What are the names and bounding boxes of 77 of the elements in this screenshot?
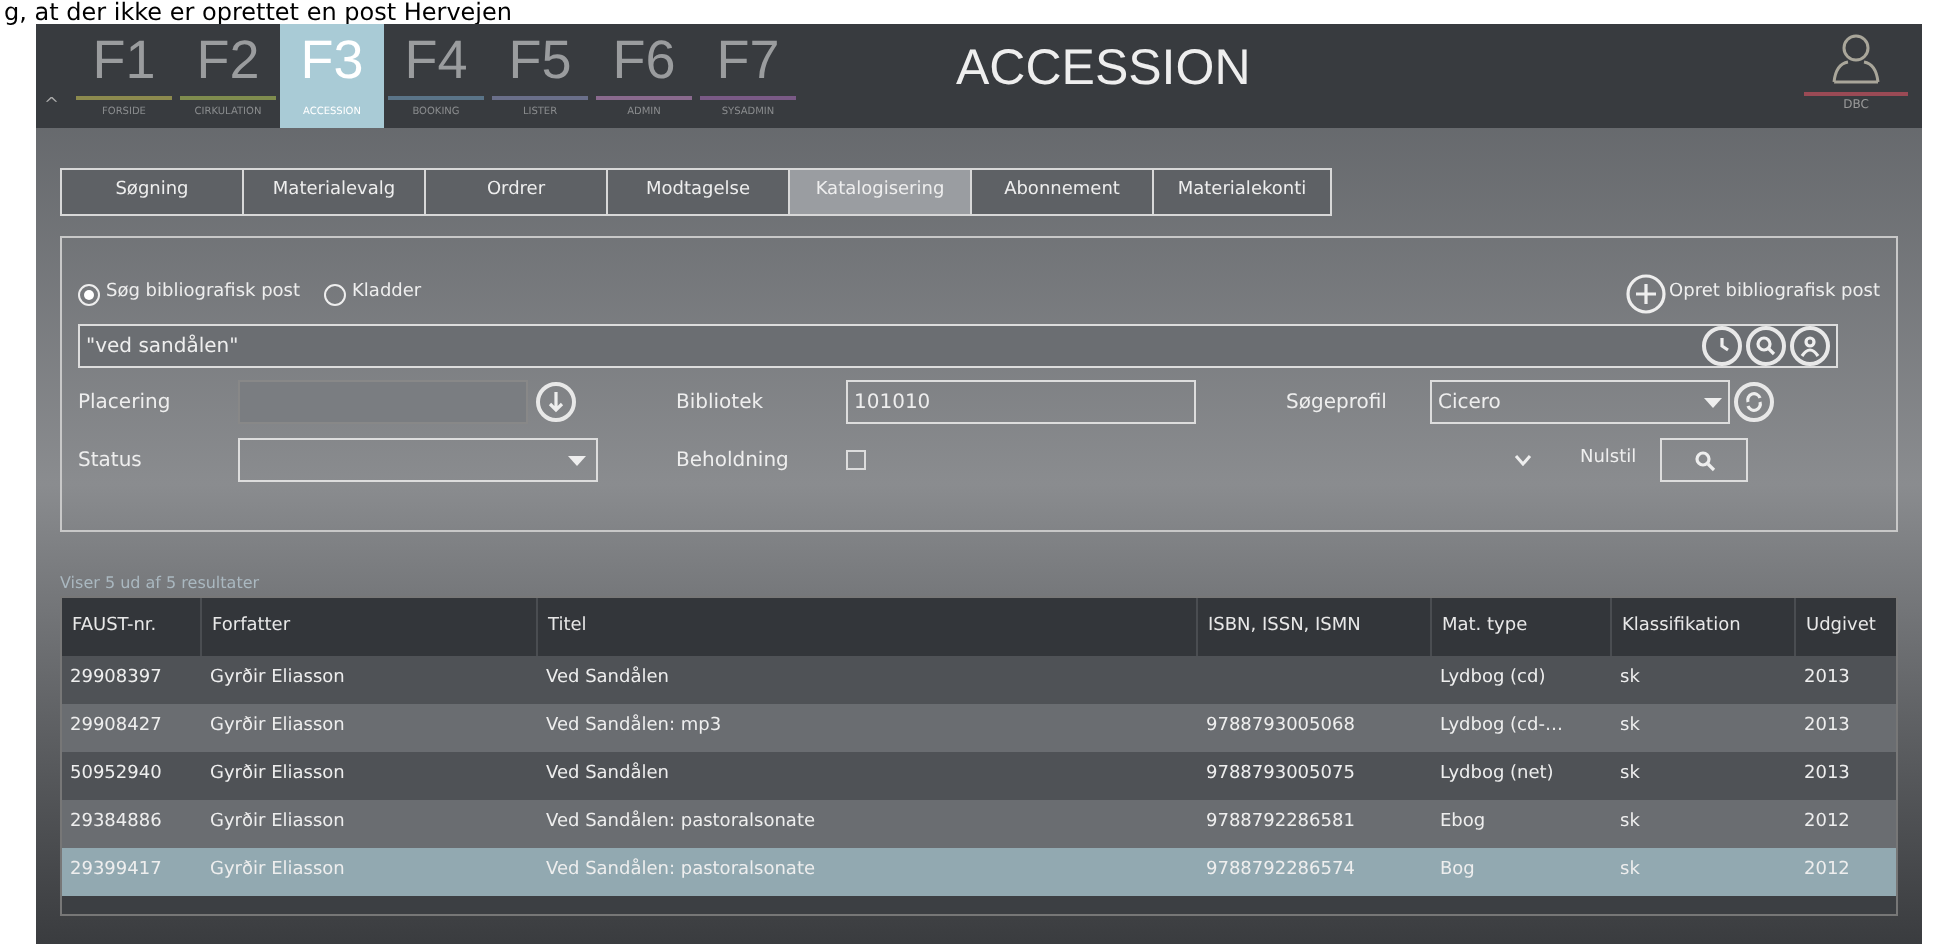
table-cell-text: Ebog (1438, 810, 1488, 837)
table-cell-text: Lydbog (cd-… (1438, 714, 1565, 741)
table-cell-text: 29399417 (68, 858, 164, 885)
table-row[interactable]: 29908427 Gyrðir Eliasson Ved Sandålen: mp3 9788793005068 Lydbog (cd-… sk 2013 (62, 704, 1896, 752)
search-button[interactable] (1660, 438, 1749, 482)
expand-icon[interactable] (1514, 454, 1532, 466)
table-cell-text: sk (1618, 714, 1642, 741)
page-title: ACCESSION (956, 40, 1251, 96)
table-cell-text: 9788792286581 (1204, 810, 1357, 837)
table-cell-text: 9788793005068 (1204, 714, 1357, 741)
table-cell-text: sk (1618, 762, 1642, 789)
plus-icon (1625, 274, 1666, 314)
table-cell-text: 9788792286574 (1204, 858, 1357, 885)
refresh-icon[interactable] (1734, 382, 1774, 422)
caret-icon (1704, 397, 1722, 407)
search-icon[interactable] (1746, 326, 1786, 366)
table-cell-text: Bog (1438, 858, 1477, 885)
table-cell-text: 29908427 (68, 714, 164, 741)
table-cell-text: Gyrðir Eliasson (208, 810, 347, 837)
table-cell-text: 2012 (1802, 810, 1852, 837)
caret-icon (568, 455, 586, 465)
table-cell-text: 29384886 (68, 810, 164, 837)
search-query: "ved sandålen" (86, 332, 239, 361)
table-cell-text: Lydbog (cd) (1438, 666, 1548, 693)
table-cell-text: 2013 (1802, 762, 1852, 789)
status-label: Status (78, 447, 144, 475)
radio-option[interactable]: Søg bibliografisk post (78, 280, 301, 308)
download-icon[interactable] (536, 382, 576, 422)
soegeprofil-dropdown[interactable]: Cicero (1430, 380, 1730, 424)
beholdning-checkbox[interactable] (846, 450, 866, 470)
table-cell-text: 2013 (1802, 666, 1852, 693)
tab[interactable]: Abonnement (972, 170, 1154, 214)
table-cell-text: 2013 (1802, 714, 1852, 741)
history-icon[interactable] (1702, 326, 1742, 366)
table-cell-text: sk (1618, 666, 1642, 693)
beholdning-label: Beholdning (676, 447, 791, 475)
table-row[interactable]: 29908397 Gyrðir Eliasson Ved Sandålen Lydbog (cd) sk 2013 (62, 656, 1896, 704)
caption-text: g, at der ikke er oprettet en post Hervejen (2, 0, 513, 24)
table-cell-text: Ved Sandålen: mp3 (544, 714, 724, 741)
table-cell-text: sk (1618, 858, 1642, 885)
table-cell-text: sk (1618, 810, 1642, 837)
tab[interactable]: Katalogisering (790, 170, 972, 214)
reset-link[interactable]: Nulstil (1580, 446, 1637, 474)
search-field[interactable]: "ved sandålen" (78, 324, 1838, 368)
tab[interactable]: Materialevalg (244, 170, 426, 214)
tab[interactable]: Materialekonti (1154, 170, 1330, 214)
table-cell-text: 29908397 (68, 666, 164, 693)
table-row[interactable]: 50952940 Gyrðir Eliasson Ved Sandålen 9788793005075 Lydbog (net) sk 2013 (62, 752, 1896, 800)
table-cell-text: Ved Sandålen (544, 666, 671, 693)
bibliotek-field[interactable]: 101010 (846, 380, 1196, 424)
person-icon[interactable] (1790, 326, 1830, 366)
user-icon[interactable] (1830, 32, 1882, 84)
tab[interactable]: Modtagelse (608, 170, 790, 214)
radio-option[interactable]: Kladder (324, 280, 422, 308)
table-cell-text: Ved Sandålen: pastoralsonate (544, 858, 818, 885)
table-cell-text: Gyrðir Eliasson (208, 666, 347, 693)
placering-label: Placering (78, 389, 173, 417)
table-cell-text: Gyrðir Eliasson (208, 762, 347, 789)
table-row[interactable]: 29384886 Gyrðir Eliasson Ved Sandålen: pastoralsonate 9788792286581 Ebog sk 2012 (62, 800, 1896, 848)
table-cell-text: Gyrðir Eliasson (208, 714, 347, 741)
table-cell-text: Ved Sandålen (544, 762, 671, 789)
table-cell-text: 9788793005075 (1204, 762, 1357, 789)
tab[interactable]: Søgning (62, 170, 244, 214)
table-cell-text: 50952940 (68, 762, 164, 789)
results-summary: Viser 5 ud af 5 resultater (60, 572, 262, 596)
soegeprofil-label: Søgeprofil (1286, 389, 1389, 417)
create-record-link[interactable]: Opret bibliografisk post (1625, 274, 1880, 314)
table-cell-text: Ved Sandålen: pastoralsonate (544, 810, 818, 837)
status-dropdown[interactable] (238, 438, 598, 482)
table-cell-text: 2012 (1802, 858, 1852, 885)
collapse-button[interactable]: ^ (44, 93, 72, 120)
bibliotek-label: Bibliotek (676, 389, 766, 417)
table-cell-text: Lydbog (net) (1438, 762, 1556, 789)
tab[interactable]: Ordrer (426, 170, 608, 214)
table-cell-text: Gyrðir Eliasson (208, 858, 347, 885)
search-icon (1693, 449, 1716, 471)
column-header[interactable]: Udgivet (1796, 598, 1896, 656)
